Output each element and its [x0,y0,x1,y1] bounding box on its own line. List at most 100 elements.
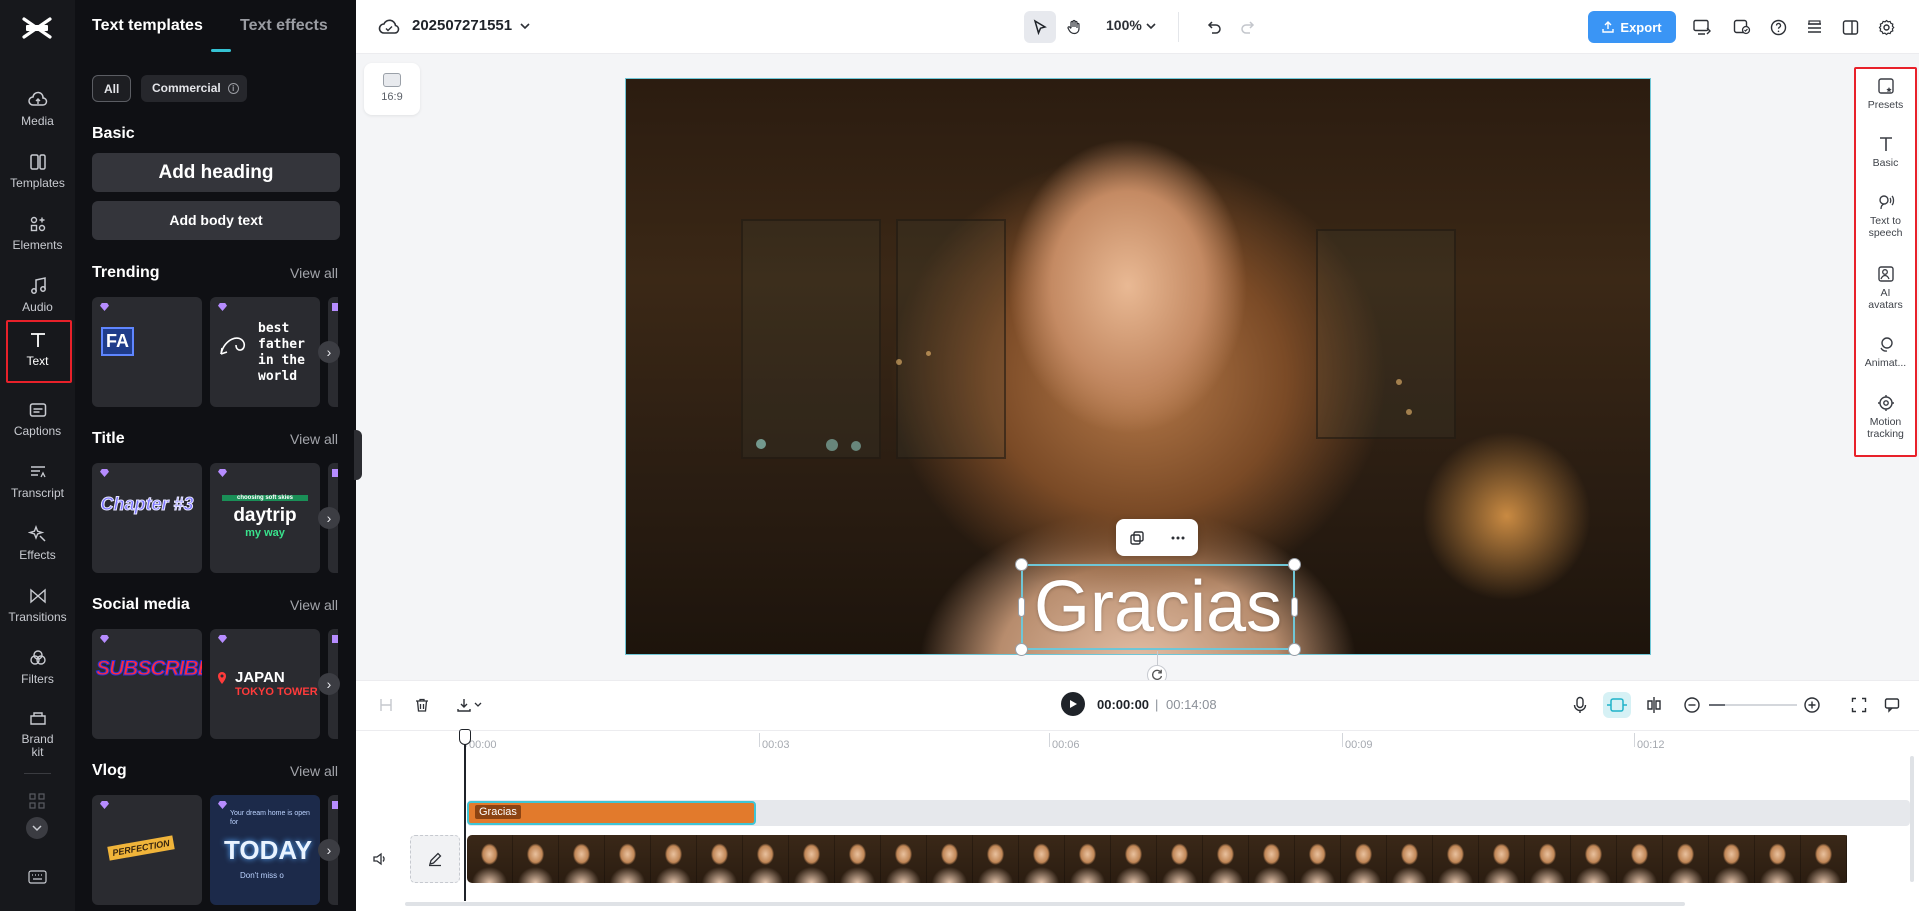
trending-next-button[interactable]: › [318,341,340,363]
trending-view-all-link[interactable]: View all [290,265,338,281]
resize-handle-top-left[interactable] [1015,558,1028,571]
resize-handle-bottom-right[interactable] [1288,643,1301,656]
help-icon [1770,19,1787,36]
split-button[interactable] [378,697,394,713]
layers-button[interactable] [1798,11,1830,43]
fit-timeline-button[interactable] [1851,697,1867,713]
premium-gem-icon [218,469,227,477]
edit-cover-button[interactable] [410,835,460,883]
video-frame-thumb [605,835,651,883]
video-frame-thumb [559,835,605,883]
play-button[interactable] [1061,692,1085,716]
copy-icon [1129,530,1145,546]
rail-animation[interactable]: Animat... [1856,335,1915,369]
undo-button[interactable] [1198,11,1230,43]
help-button[interactable] [1762,11,1794,43]
template-card[interactable]: FA [92,297,202,407]
select-tool-button[interactable] [1024,11,1056,43]
hand-icon [1066,19,1082,35]
duplicate-button[interactable] [1129,530,1145,546]
social-view-all-link[interactable]: View all [290,597,338,613]
zoom-out-button[interactable] [1683,696,1701,714]
template-card[interactable]: Your dream home is open for TODAY Don't … [210,795,320,905]
tab-text-effects[interactable]: Text effects [240,17,328,35]
rail-elements[interactable]: Elements [0,204,75,262]
template-card[interactable]: PERFECTION [92,795,202,905]
zoom-in-button[interactable] [1803,696,1821,714]
chevron-down-icon[interactable] [1144,19,1158,33]
panel-collapse-handle[interactable] [354,430,362,480]
add-body-text-button[interactable]: Add body text [92,201,340,240]
settings-button[interactable] [1870,11,1902,43]
video-frame-thumb [1571,835,1617,883]
magnet-snap-toggle[interactable] [1603,692,1631,718]
rail-motion-tracking[interactable]: Motion tracking [1856,394,1915,440]
template-card[interactable]: choosing soft skies daytrip my way [210,463,320,573]
resize-handle-top-right[interactable] [1288,558,1301,571]
project-name[interactable]: 202507271551 [412,17,512,34]
timeline-vertical-scrollbar[interactable] [1910,756,1914,882]
tab-text-templates[interactable]: Text templates [92,17,203,35]
template-card[interactable]: Chapter #3 [92,463,202,573]
resize-handle-left[interactable] [1018,597,1025,617]
rail-transcript[interactable]: Transcript [0,452,75,510]
chevron-down-icon[interactable] [518,19,532,33]
redo-button[interactable] [1232,11,1264,43]
delete-button[interactable] [414,697,430,713]
info-icon[interactable]: i [228,83,239,94]
feedback-button[interactable] [1884,697,1900,713]
bokeh-light [926,351,931,356]
social-next-button[interactable]: › [318,673,340,695]
video-frame-thumb [1019,835,1065,883]
rail-brand-kit[interactable]: Brand kit [0,700,75,766]
record-voice-button[interactable] [1572,696,1588,714]
filter-all-chip[interactable]: All [92,75,131,102]
rail-presets[interactable]: Presets [1856,77,1915,111]
brand-check-button[interactable] [1726,11,1758,43]
present-button[interactable] [1686,11,1718,43]
rail-templates[interactable]: Templates [0,142,75,200]
resize-handle-bottom-left[interactable] [1015,643,1028,656]
download-dropdown[interactable] [456,697,484,713]
keyboard-shortcuts-icon[interactable] [28,870,47,884]
rail-transitions[interactable]: Transitions [0,576,75,634]
vlog-next-button[interactable]: › [318,839,340,861]
capcut-logo-icon[interactable] [20,14,54,42]
title-view-all-link[interactable]: View all [290,431,338,447]
more-options-button[interactable] [1170,530,1186,546]
vlog-view-all-link[interactable]: View all [290,763,338,779]
playhead-handle[interactable] [459,729,471,745]
filter-commercial-chip[interactable]: Commercial i [141,75,247,102]
rail-filters[interactable]: Filters [0,638,75,696]
rail-audio[interactable]: Audio [0,266,75,324]
timeline-horizontal-scrollbar[interactable] [405,902,1685,906]
cloud-icon[interactable] [378,17,400,37]
add-heading-button[interactable]: Add heading [92,153,340,192]
rail-text-to-speech[interactable]: Text to speech [1856,193,1915,239]
resize-handle-right[interactable] [1291,597,1298,617]
hand-tool-button[interactable] [1058,11,1090,43]
video-clip[interactable] [467,835,1850,883]
expand-more-button[interactable] [26,817,48,839]
rail-media[interactable]: Media [0,80,75,138]
split-preview-button[interactable] [1645,696,1663,714]
toggle-panel-button[interactable] [1834,11,1866,43]
rail-text[interactable]: Text [0,320,75,378]
video-frame-thumb [1387,835,1433,883]
rail-captions[interactable]: Captions [0,390,75,448]
apps-grid-icon[interactable] [29,793,45,809]
track-mute-button[interactable] [372,851,388,867]
template-card[interactable]: best father in the world [210,297,320,407]
aspect-ratio-button[interactable]: 16:9 [364,63,420,115]
premium-gem-icon [332,303,338,311]
export-button[interactable]: Export [1588,11,1676,43]
rail-ai-avatars[interactable]: AI avatars [1856,265,1915,311]
rail-basic[interactable]: Basic [1856,135,1915,169]
rail-effects[interactable]: Effects [0,514,75,572]
template-card[interactable]: SUBSCRIBE [92,629,202,739]
zoom-level[interactable]: 100% [1106,17,1142,33]
title-next-button[interactable]: › [318,507,340,529]
template-card[interactable]: JAPAN TOKYO TOWER [210,629,320,739]
text-clip[interactable]: Gracias [467,801,756,825]
playhead[interactable] [464,731,466,901]
